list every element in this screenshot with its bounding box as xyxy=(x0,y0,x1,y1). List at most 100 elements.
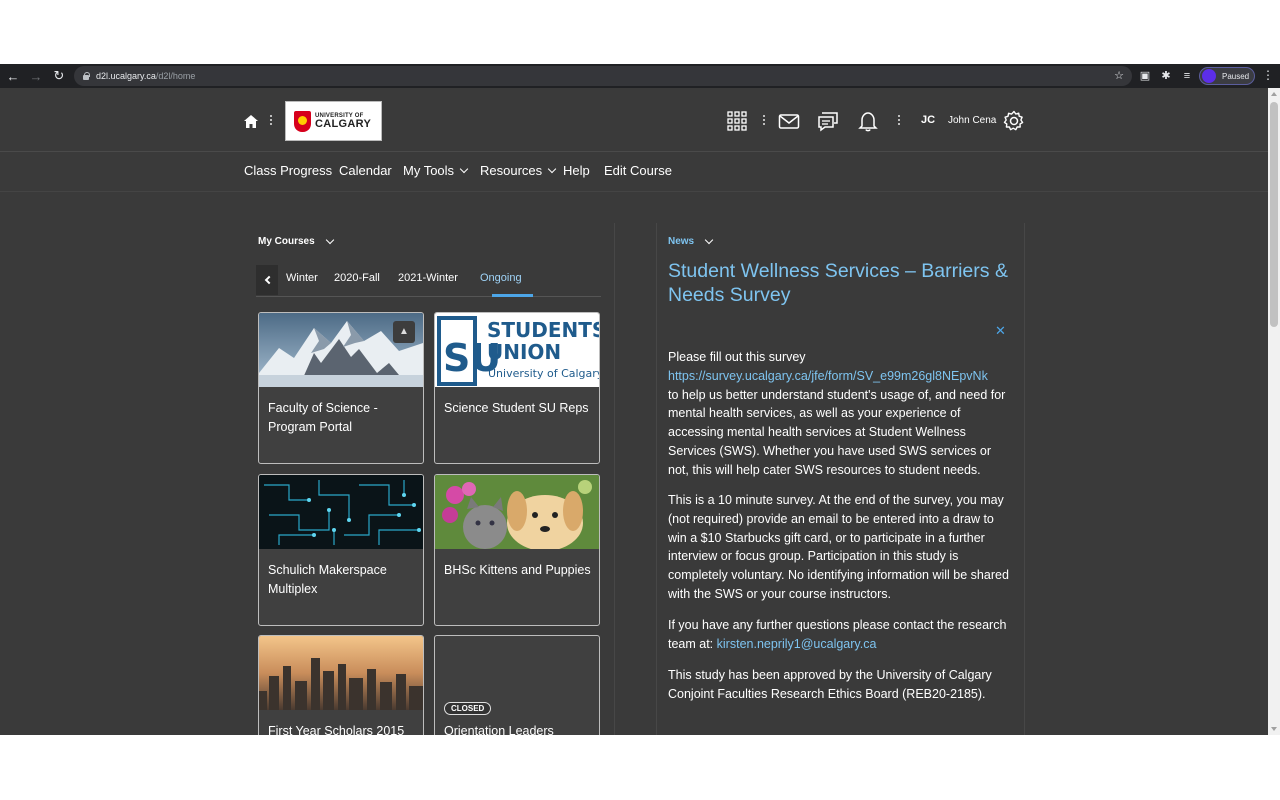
pin-icon[interactable]: ▲ xyxy=(393,321,415,343)
course-title: Faculty of Science - Program Portal xyxy=(268,401,378,434)
tab-label: 2020-Fall xyxy=(334,272,380,284)
course-image-students-union: SU STUDENTS' UNION University of Calgary xyxy=(435,313,599,387)
nav-label: My Tools xyxy=(403,163,455,178)
chevron-down-icon xyxy=(459,164,469,174)
nav-class-progress[interactable]: Class Progress xyxy=(244,163,332,178)
separator-dots xyxy=(898,115,901,127)
course-card[interactable]: CLOSED Orientation Leaders xyxy=(434,635,600,735)
course-card[interactable]: ▲ Faculty of Science - Program Portal xyxy=(258,312,424,464)
extension-icon[interactable]: ▣ xyxy=(1138,69,1152,83)
news-item: Student Wellness Services – Barriers & N… xyxy=(668,259,1013,317)
news-paragraph: This is a 10 minute survey. At the end o… xyxy=(668,493,1009,601)
tab-label: 2021-Winter xyxy=(398,272,458,284)
nav-resources[interactable]: Resources xyxy=(480,163,557,178)
logo-line2: CALGARY xyxy=(315,117,372,130)
url-path: /d2l/home xyxy=(155,71,196,81)
user-initials[interactable]: JC xyxy=(921,114,935,126)
tab-2021-winter[interactable]: 2021-Winter xyxy=(398,272,458,284)
tab-2020-fall[interactable]: 2020-Fall xyxy=(334,272,380,284)
news-paragraph: Please fill out this survey https://surv… xyxy=(668,348,1013,480)
tabs-scroll-left-button[interactable] xyxy=(256,265,278,295)
nav-label: Resources xyxy=(480,163,543,178)
news-text: to help us better understand student's u… xyxy=(668,387,1006,477)
browser-menu-icon[interactable]: ⋮ xyxy=(1262,68,1274,82)
mail-icon[interactable] xyxy=(778,110,800,132)
chevron-down-icon xyxy=(325,235,334,245)
nav-calendar[interactable]: Calendar xyxy=(339,163,392,178)
survey-link[interactable]: https://survey.ucalgary.ca/jfe/form/SV_e… xyxy=(668,369,988,383)
close-icon[interactable]: ✕ xyxy=(995,323,1006,339)
course-card[interactable]: SU STUDENTS' UNION University of Calgary… xyxy=(434,312,600,464)
semester-tabs: Winter 2020-Fall 2021-Winter Ongoing xyxy=(256,265,601,297)
user-name[interactable]: John Cena xyxy=(948,115,996,126)
tab-label: Winter xyxy=(286,272,318,284)
news-headline[interactable]: Student Wellness Services – Barriers & N… xyxy=(668,259,1013,307)
navbar: Class Progress Calendar My Tools Resourc… xyxy=(0,152,1268,192)
crest-icon xyxy=(294,110,311,132)
news-paragraph: This study has been approved by the Univ… xyxy=(668,668,992,701)
email-link[interactable]: kirsten.neprily1@ucalgary.ca xyxy=(717,637,877,651)
bell-icon[interactable] xyxy=(857,110,879,132)
widget-title-label: News xyxy=(668,236,695,247)
course-title: First Year Scholars 2015 xyxy=(268,724,405,735)
closed-badge: CLOSED xyxy=(444,702,492,715)
course-image-circuit xyxy=(259,475,423,549)
back-icon[interactable]: ← xyxy=(3,66,23,86)
su-line1: STUDENTS' xyxy=(487,318,599,342)
address-bar[interactable]: d2l.ucalgary.ca/d2l/home ☆ xyxy=(74,66,1132,86)
course-card[interactable]: First Year Scholars 2015 xyxy=(258,635,424,735)
widget-title-label: My Courses xyxy=(258,236,315,247)
home-icon[interactable] xyxy=(244,115,258,128)
separator-dots xyxy=(763,115,766,127)
page-scrollbar[interactable] xyxy=(1268,88,1280,735)
tab-ongoing[interactable]: Ongoing xyxy=(480,272,522,284)
puzzle-icon[interactable]: ✱ xyxy=(1159,69,1173,83)
tab-winter[interactable]: Winter xyxy=(286,272,318,284)
my-courses-widget: My Courses Winter 2020-Fall 2021-Winter … xyxy=(244,223,615,735)
course-image-kitten-puppy xyxy=(435,475,599,549)
active-tab-indicator xyxy=(492,294,533,297)
chevron-down-icon xyxy=(547,164,557,174)
tab-label: Ongoing xyxy=(480,272,522,284)
separator-dots xyxy=(270,115,273,127)
scroll-down-icon[interactable] xyxy=(1271,727,1277,731)
profile-button[interactable]: Paused xyxy=(1199,67,1255,85)
nav-help[interactable]: Help xyxy=(563,163,590,178)
su-line2: UNION xyxy=(487,340,561,364)
bookmark-star-icon[interactable]: ☆ xyxy=(1114,69,1124,82)
news-text: Please fill out this survey xyxy=(668,350,806,364)
my-courses-title[interactable]: My Courses xyxy=(258,235,334,247)
screen-bottom-margin xyxy=(0,735,1280,800)
course-title: Orientation Leaders xyxy=(444,724,554,735)
browser-toolbar: ← → ↻ d2l.ucalgary.ca/d2l/home ☆ ▣ ✱ ≡ P… xyxy=(0,64,1280,88)
chevron-left-icon xyxy=(264,275,273,285)
university-logo[interactable]: UNIVERSITY OF CALGARY xyxy=(285,101,382,141)
course-title: Schulich Makerspace Multiplex xyxy=(268,563,387,596)
minibar: UNIVERSITY OF CALGARY JC John Cena xyxy=(0,88,1268,152)
nav-label: Help xyxy=(563,163,590,178)
course-card[interactable]: BHSc Kittens and Puppies xyxy=(434,474,600,626)
news-widget-title[interactable]: News xyxy=(668,235,714,247)
d2l-page: UNIVERSITY OF CALGARY JC John Cena Class… xyxy=(0,88,1268,735)
reload-icon[interactable]: ↻ xyxy=(49,66,69,86)
nav-edit-course[interactable]: Edit Course xyxy=(604,163,672,178)
scrollbar-thumb[interactable] xyxy=(1270,102,1278,327)
screen-top-margin xyxy=(0,0,1280,64)
su-line3: University of Calgary xyxy=(488,367,599,380)
nav-label: Calendar xyxy=(339,163,392,178)
nav-label: Class Progress xyxy=(244,163,333,178)
nav-my-tools[interactable]: My Tools xyxy=(403,163,469,178)
chevron-down-icon xyxy=(704,235,714,245)
course-selector-grid-icon[interactable] xyxy=(726,110,748,132)
reading-list-icon[interactable]: ≡ xyxy=(1180,69,1194,83)
scroll-up-icon[interactable] xyxy=(1271,92,1277,96)
lock-icon xyxy=(82,71,90,81)
forward-icon[interactable]: → xyxy=(26,66,46,86)
chat-icon[interactable] xyxy=(817,110,839,132)
course-card[interactable]: Schulich Makerspace Multiplex xyxy=(258,474,424,626)
news-paragraph: If you have any further questions please… xyxy=(668,616,1013,654)
avatar xyxy=(1202,69,1216,83)
gear-icon[interactable] xyxy=(1003,110,1025,132)
course-title: BHSc Kittens and Puppies xyxy=(444,563,591,577)
nav-label: Edit Course xyxy=(604,163,672,178)
